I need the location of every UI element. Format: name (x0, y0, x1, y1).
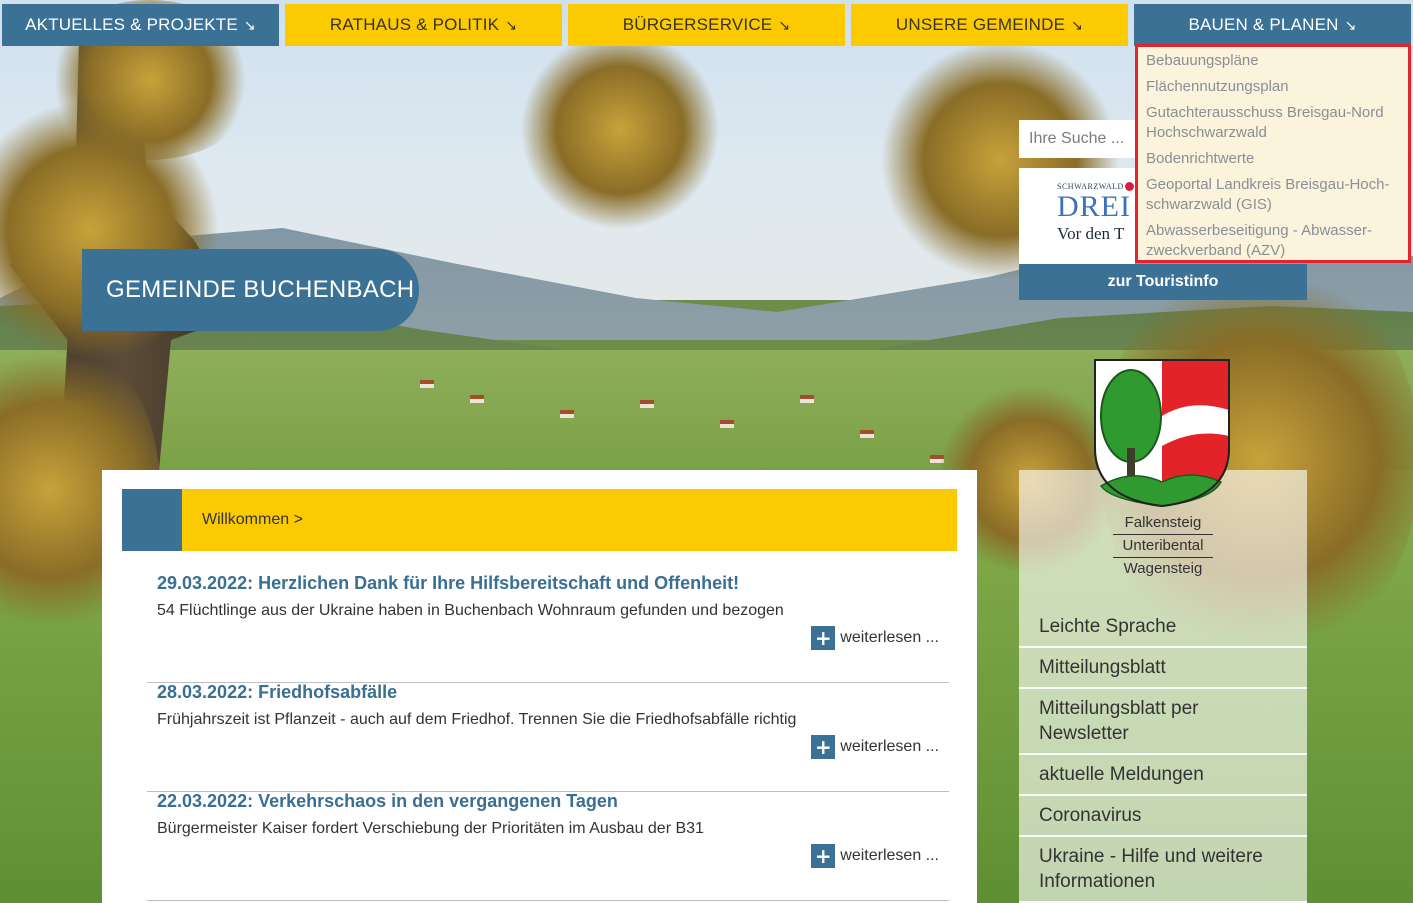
village-wagensteig[interactable]: Wagensteig (1113, 558, 1213, 580)
nav-item-aktuelles-projekte[interactable]: AKTUELLES & PROJEKTE ↘ (2, 4, 279, 46)
news-title[interactable]: 29.03.2022: Herzlichen Dank für Ihre Hil… (157, 573, 739, 594)
banner-logo-text: DREI (1057, 190, 1131, 223)
nav-label: RATHAUS & POLITIK (329, 15, 500, 34)
welcome-link[interactable]: Willkommen > (202, 511, 303, 529)
news-teaser: Frühjahrszeit ist Pflanzeit - auch auf d… (157, 711, 797, 728)
news-title[interactable]: 22.03.2022: Verkehrschaos in den vergang… (157, 791, 618, 812)
news-teaser: 54 Flüchtlinge aus der Ukraine haben in … (157, 602, 784, 619)
arrow-down-right-icon: ↘ (1071, 16, 1084, 33)
read-more-label: weiterlesen ... (840, 847, 939, 864)
main-navigation: AKTUELLES & PROJEKTE ↘ RATHAUS & POLITIK… (0, 4, 1413, 46)
nav-item-unsere-gemeinde[interactable]: UNSERE GEMEINDE ↘ (851, 4, 1128, 46)
plus-icon: + (811, 844, 836, 868)
side-item-ukraine-hilfe[interactable]: Ukraine - Hilfe und weitere Informatione… (1019, 837, 1307, 903)
side-item-coronavirus[interactable]: Coronavirus (1019, 796, 1307, 837)
plus-icon: + (811, 626, 836, 650)
coat-of-arms-icon (1094, 359, 1230, 508)
site-title[interactable]: GEMEINDE BUCHENBACH (82, 249, 419, 331)
nav-item-rathaus-politik[interactable]: RATHAUS & POLITIK ↘ (285, 4, 562, 46)
news-item: 28.03.2022: Friedhofsabfälle Frühjahrsze… (147, 682, 949, 792)
content-panel: Willkommen > 29.03.2022: Herzlichen Dank… (102, 470, 977, 903)
dropdown-item-bebauungsplaene[interactable]: Bebauungspläne (1146, 51, 1400, 71)
read-more-link[interactable]: + weiterlesen ... (811, 626, 939, 650)
side-item-leichte-sprache[interactable]: Leichte Sprache (1019, 607, 1307, 648)
nav-item-buergerservice[interactable]: BÜRGERSERVICE ↘ (568, 4, 845, 46)
side-item-mitteilungsblatt[interactable]: Mitteilungsblatt (1019, 648, 1307, 689)
arrow-down-right-icon: ↘ (1344, 16, 1357, 33)
dropdown-item-flaechennutzungsplan[interactable]: Flächennutzungsplan (1146, 77, 1400, 97)
arrow-down-right-icon: ↘ (778, 16, 791, 33)
dropdown-item-geoportal[interactable]: Geoportal Landkreis Breisgau-Hoch­schwar… (1146, 175, 1400, 215)
side-menu: Leichte Sprache Mitteilungsblatt Mitteil… (1019, 607, 1307, 903)
dropdown-item-gutachterausschuss[interactable]: Gutachterausschuss Breisgau-Nord Hochsch… (1146, 103, 1400, 143)
bauen-planen-dropdown: Bebauungspläne Flächennutzungsplan Gutac… (1135, 44, 1411, 263)
nav-item-bauen-planen[interactable]: BAUEN & PLANEN ↘ (1134, 4, 1411, 46)
side-item-aktuelle-meldungen[interactable]: aktuelle Meldungen (1019, 755, 1307, 796)
read-more-link[interactable]: + weiterlesen ... (811, 844, 939, 868)
dropdown-item-bodenrichtwerte[interactable]: Bodenrichtwerte (1146, 149, 1400, 169)
side-item-mitteilungsblatt-newsletter[interactable]: Mitteilungsblatt per Newsletter (1019, 689, 1307, 755)
nav-label: AKTUELLES & PROJEKTE (25, 15, 238, 34)
arrow-down-right-icon: ↘ (243, 16, 256, 33)
dropdown-item-abwasserbeseitigung[interactable]: Abwasserbeseitigung - Abwasser­zweckverb… (1146, 221, 1400, 261)
banner-subtitle: Vor den T (1057, 224, 1125, 243)
tourism-banner[interactable]: SCHWARZWALD DREI Vor den T (1019, 168, 1135, 264)
village-unteribental[interactable]: Unteribental (1113, 535, 1213, 558)
read-more-label: weiterlesen ... (840, 629, 939, 646)
search-input[interactable] (1029, 130, 1139, 148)
news-teaser: Bürgermeister Kaiser fordert Verschiebun… (157, 820, 704, 837)
welcome-accent-block (122, 489, 182, 551)
arrow-down-right-icon: ↘ (505, 16, 518, 33)
welcome-bar: Willkommen > (122, 489, 957, 551)
news-item: 29.03.2022: Herzlichen Dank für Ihre Hil… (147, 573, 949, 683)
search-box (1019, 120, 1139, 158)
nav-label: BÜRGERSERVICE (622, 15, 773, 34)
touristinfo-button[interactable]: zur Touristinfo (1019, 264, 1307, 300)
news-item: 22.03.2022: Verkehrschaos in den vergang… (147, 791, 949, 901)
news-title[interactable]: 28.03.2022: Friedhofsabfälle (157, 682, 397, 703)
village-list: Falkensteig Unteribental Wagensteig (1113, 512, 1213, 580)
nav-label: BAUEN & PLANEN (1188, 15, 1339, 34)
read-more-link[interactable]: + weiterlesen ... (811, 735, 939, 759)
read-more-label: weiterlesen ... (840, 738, 939, 755)
village-falkensteig[interactable]: Falkensteig (1113, 512, 1213, 535)
plus-icon: + (811, 735, 836, 759)
nav-label: UNSERE GEMEINDE (895, 15, 1066, 34)
